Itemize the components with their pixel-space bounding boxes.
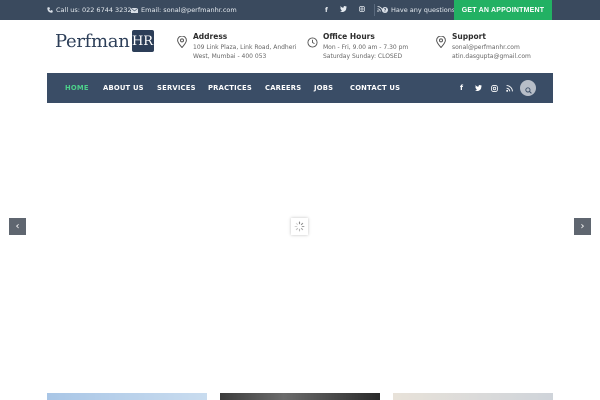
- site-logo[interactable]: Perfman HR: [55, 30, 154, 52]
- questions-link[interactable]: ? Have any questions: [382, 0, 455, 20]
- slider-prev-button[interactable]: ‹: [9, 218, 26, 235]
- nav-item-practices[interactable]: PRACTICES: [208, 73, 252, 103]
- svg-text:?: ?: [384, 8, 387, 14]
- email-text: Email: sonal@perfmanhr.com: [141, 6, 237, 14]
- envelope-icon: [131, 7, 138, 13]
- instagram-icon[interactable]: [491, 73, 498, 103]
- search-button[interactable]: [520, 80, 536, 96]
- facebook-icon[interactable]: f: [460, 73, 463, 103]
- email-contact[interactable]: Email: sonal@perfmanhr.com: [131, 0, 237, 20]
- get-appointment-button[interactable]: GET AN APPOINTMENT: [454, 0, 552, 20]
- questions-text: Have any questions: [391, 6, 456, 14]
- topbar-divider: [374, 4, 375, 16]
- office-hours-title: Office Hours: [323, 32, 375, 41]
- support-email-1[interactable]: sonal@perfmanhr.com: [452, 44, 520, 51]
- twitter-icon[interactable]: [475, 73, 482, 103]
- top-bar: Call us: 022 6744 3232 Email: sonal@perf…: [0, 0, 600, 20]
- address-line-1: 109 Link Plaza, Link Road, Andheri: [193, 44, 297, 51]
- clock-icon: [307, 33, 318, 48]
- office-hours-line-2: Saturday Sunday: CLOSED: [323, 53, 403, 60]
- nav-item-jobs[interactable]: JOBS: [314, 73, 333, 103]
- address-line-2: West, Mumbai - 400 053: [193, 53, 267, 60]
- question-circle-icon: ?: [382, 7, 388, 13]
- address-title: Address: [193, 32, 228, 41]
- search-icon: [524, 79, 532, 98]
- office-hours-line-1: Mon - Fri, 9.00 am - 7.30 pm: [323, 44, 409, 51]
- phone-contact[interactable]: Call us: 022 6744 3232: [47, 0, 132, 20]
- phone-icon: [47, 7, 53, 13]
- loading-spinner-icon: [291, 218, 308, 235]
- nav-item-about-us[interactable]: ABOUT US: [103, 73, 144, 103]
- feature-image-3[interactable]: [393, 393, 553, 400]
- nav-item-careers[interactable]: CAREERS: [265, 73, 301, 103]
- map-pin-icon: [436, 33, 446, 49]
- support-title: Support: [452, 32, 486, 41]
- support-email-2[interactable]: atin.dasgupta@gmail.com: [452, 53, 531, 60]
- map-pin-icon: [177, 33, 187, 49]
- feature-image-2[interactable]: [220, 393, 380, 400]
- phone-text: Call us: 022 6744 3232: [56, 6, 132, 14]
- instagram-icon[interactable]: [358, 6, 365, 14]
- logo-hr-mark: HR: [131, 30, 154, 52]
- twitter-icon[interactable]: [339, 6, 347, 14]
- facebook-icon[interactable]: f: [325, 6, 328, 14]
- feature-image-1[interactable]: [47, 393, 207, 400]
- logo-wordmark: Perfman: [55, 30, 130, 52]
- nav-item-home[interactable]: HOME: [65, 73, 89, 103]
- hero-slider: [0, 103, 600, 393]
- rss-icon[interactable]: [506, 73, 513, 103]
- main-nav: HOME ABOUT US SERVICES PRACTICES CAREERS…: [47, 73, 553, 103]
- nav-item-services[interactable]: SERVICES: [157, 73, 196, 103]
- nav-item-contact-us[interactable]: CONTACT US: [350, 73, 400, 103]
- slider-next-button[interactable]: ›: [574, 218, 591, 235]
